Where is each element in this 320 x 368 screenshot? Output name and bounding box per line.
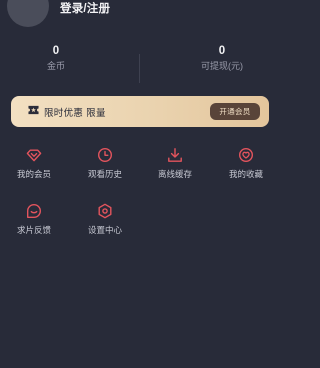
withdrawable-label: 可提现(元)	[201, 61, 243, 71]
menu-item-request-feedback[interactable]: 求片反馈	[9, 203, 59, 236]
diamond-icon	[26, 149, 42, 162]
menu-item-settings[interactable]: 设置中心	[80, 203, 130, 236]
stats-divider	[139, 54, 140, 83]
avatar[interactable]	[7, 0, 49, 27]
open-vip-button[interactable]: 开通会员	[210, 103, 260, 120]
menu-label: 观看历史	[87, 169, 122, 179]
coins-stat[interactable]: 0 金币	[1, 44, 111, 72]
menu-label: 求片反馈	[16, 225, 51, 235]
menu-label: 我的会员	[16, 169, 51, 179]
menu-item-membership[interactable]: 我的会员	[9, 147, 59, 180]
menu-item-favorites[interactable]: 我的收藏	[221, 147, 271, 180]
menu-item-offline-cache[interactable]: 离线缓存	[150, 147, 200, 180]
withdrawable-stat[interactable]: 0 可提现(元)	[167, 44, 277, 72]
ticket-icon	[28, 105, 39, 115]
menu-label: 我的收藏	[228, 169, 263, 179]
menu-label: 设置中心	[87, 225, 122, 235]
clock-icon	[97, 147, 113, 163]
menu-label: 离线缓存	[157, 169, 192, 179]
coins-value: 0	[52, 45, 60, 57]
settings-icon	[98, 203, 112, 219]
feedback-icon	[27, 204, 41, 218]
withdrawable-value: 0	[218, 45, 226, 57]
promo-text: 限时优惠 限量	[44, 108, 106, 119]
heart-icon	[238, 147, 254, 163]
download-icon	[168, 148, 182, 162]
coins-label: 金币	[46, 61, 65, 71]
menu-item-history[interactable]: 观看历史	[80, 147, 130, 180]
login-register-link[interactable]: 登录/注册	[60, 0, 110, 16]
